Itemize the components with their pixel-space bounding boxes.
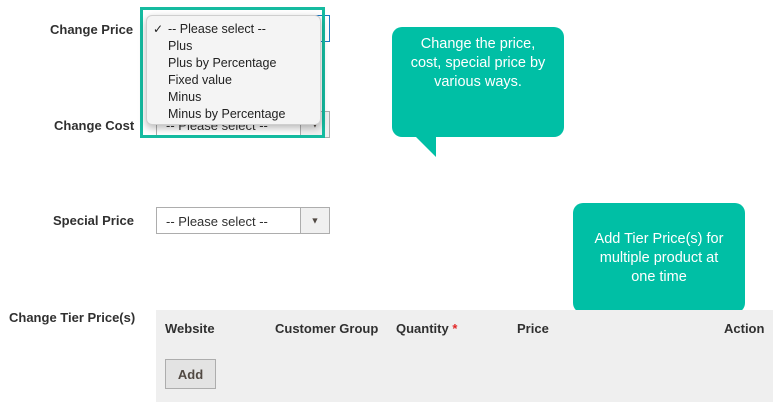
option-plus-by-percentage[interactable]: Plus by Percentage xyxy=(147,55,320,72)
change-price-label: Change Price xyxy=(50,22,134,37)
col-customer-group: Customer Group xyxy=(275,321,379,336)
required-marker: * xyxy=(452,321,458,336)
option-fixed-value[interactable]: Fixed value xyxy=(147,72,320,89)
option-please-select[interactable]: ✓ -- Please select -- xyxy=(147,21,320,38)
option-plus[interactable]: Plus xyxy=(147,38,320,55)
special-price-select[interactable]: -- Please select -- ▼ xyxy=(156,207,330,234)
tier-callout: Add Tier Price(s) for multiple product a… xyxy=(573,203,745,333)
option-minus[interactable]: Minus xyxy=(147,89,320,106)
option-label: Plus xyxy=(168,39,193,53)
tier-price-table-body: Add xyxy=(156,348,773,402)
option-label: Minus by Percentage xyxy=(168,107,286,121)
option-label: Fixed value xyxy=(168,73,232,87)
tier-callout-text: Add Tier Price(s) for multiple product a… xyxy=(594,231,724,285)
col-quantity: Quantity * xyxy=(396,321,457,336)
option-minus-by-percentage[interactable]: Minus by Percentage xyxy=(147,106,320,123)
add-tier-price-button[interactable]: Add xyxy=(165,359,216,389)
change-price-dropdown-list[interactable]: ✓ -- Please select -- Plus Plus by Perce… xyxy=(146,15,321,125)
change-cost-label: Change Cost xyxy=(54,118,135,133)
option-label: -- Please select -- xyxy=(168,22,266,36)
callout-tail xyxy=(414,135,436,157)
price-callout-text: Change the price, cost, special price by… xyxy=(410,36,546,90)
col-price: Price xyxy=(517,321,549,336)
tier-price-table-header: Website Customer Group Quantity * Price … xyxy=(156,310,773,348)
tier-price-label: Change Tier Price(s) xyxy=(9,310,136,325)
special-price-value: -- Please select -- xyxy=(166,214,268,229)
special-price-arrow: ▼ xyxy=(300,208,329,233)
triangle-down-icon: ▼ xyxy=(310,215,320,225)
col-website: Website xyxy=(165,321,215,336)
price-callout: Change the price, cost, special price by… xyxy=(392,27,564,157)
checkmark-icon: ✓ xyxy=(153,22,164,36)
col-quantity-label: Quantity xyxy=(396,321,449,336)
col-action: Action xyxy=(724,321,765,336)
option-label: Minus xyxy=(168,90,202,104)
special-price-label: Special Price xyxy=(53,213,134,228)
option-label: Plus by Percentage xyxy=(168,56,277,70)
